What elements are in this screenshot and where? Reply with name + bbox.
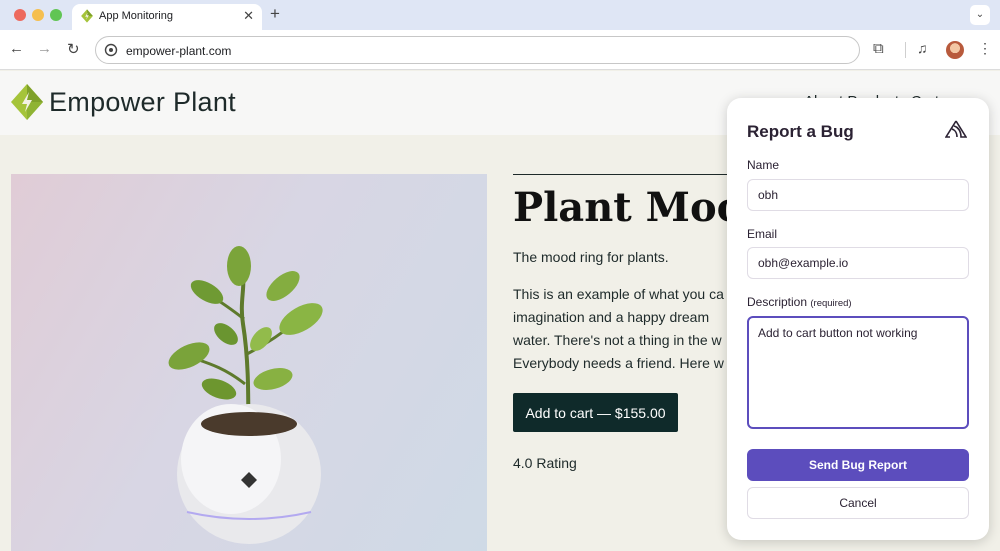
name-label: Name bbox=[747, 158, 780, 172]
tab-title: App Monitoring bbox=[99, 10, 173, 22]
email-field[interactable] bbox=[747, 247, 969, 279]
email-label: Email bbox=[747, 227, 778, 241]
description-line: water. There's not a thing in the w bbox=[513, 332, 722, 348]
dialog-title: Report a Bug bbox=[747, 122, 854, 141]
browser-tab-active[interactable]: App Monitoring ✕ bbox=[72, 4, 262, 30]
sentry-logo-icon bbox=[945, 120, 967, 138]
address-bar[interactable]: empower-plant.com bbox=[95, 36, 860, 64]
description-textarea[interactable]: Add to cart button not working bbox=[747, 316, 969, 429]
arrow-left-icon[interactable]: ← bbox=[9, 40, 24, 57]
puzzle-icon[interactable]: ⧉ bbox=[873, 40, 884, 57]
media-control-icon[interactable]: ♫ bbox=[917, 40, 928, 56]
profile-avatar[interactable] bbox=[946, 41, 964, 59]
product-photo bbox=[11, 174, 487, 551]
toolbar-divider bbox=[905, 42, 906, 58]
cancel-button[interactable]: Cancel bbox=[747, 487, 969, 519]
description-line: Everybody needs a friend. Here w bbox=[513, 355, 724, 371]
url-text[interactable]: empower-plant.com bbox=[126, 44, 231, 58]
arrow-right-icon[interactable]: → bbox=[37, 40, 52, 57]
description-line: This is an example of what you ca bbox=[513, 286, 724, 302]
tab-search-chevron-icon[interactable]: ⌄ bbox=[970, 5, 990, 25]
required-hint: (required) bbox=[810, 298, 852, 309]
empower-plant-favicon-icon bbox=[81, 9, 93, 23]
title-divider bbox=[513, 174, 728, 175]
minimize-window-button[interactable] bbox=[32, 9, 44, 21]
close-window-button[interactable] bbox=[14, 9, 26, 21]
browser-toolbar: ← → ↻ empower-plant.com ⧉ ♫ ⋮ bbox=[0, 30, 1000, 70]
empower-plant-logo-icon[interactable] bbox=[10, 83, 44, 121]
send-bug-report-button[interactable]: Send Bug Report bbox=[747, 449, 969, 481]
description-line: imagination and a happy dream bbox=[513, 309, 710, 325]
product-rating: 4.0 Rating bbox=[513, 455, 577, 471]
plant-pot-illustration bbox=[168, 246, 323, 544]
description-label-text: Description bbox=[747, 295, 808, 309]
product-description: This is an example of what you ca imagin… bbox=[513, 283, 727, 375]
site-info-icon[interactable] bbox=[104, 43, 118, 57]
maximize-window-button[interactable] bbox=[50, 9, 62, 21]
brand-name[interactable]: Empower Plant bbox=[49, 87, 236, 118]
kebab-menu-icon[interactable]: ⋮ bbox=[978, 40, 992, 57]
name-field[interactable] bbox=[747, 179, 969, 211]
bug-report-dialog: Report a Bug Name Email Description (req… bbox=[727, 98, 989, 540]
reload-icon[interactable]: ↻ bbox=[67, 40, 80, 58]
description-label: Description (required) bbox=[747, 295, 852, 309]
tab-close-icon[interactable]: ✕ bbox=[243, 8, 254, 24]
add-to-cart-button[interactable]: Add to cart — $155.00 bbox=[513, 393, 678, 432]
browser-tab-bar: App Monitoring ✕ + ⌄ bbox=[0, 0, 1000, 30]
product-tagline: The mood ring for plants. bbox=[513, 249, 669, 265]
new-tab-plus-icon[interactable]: + bbox=[270, 4, 280, 24]
